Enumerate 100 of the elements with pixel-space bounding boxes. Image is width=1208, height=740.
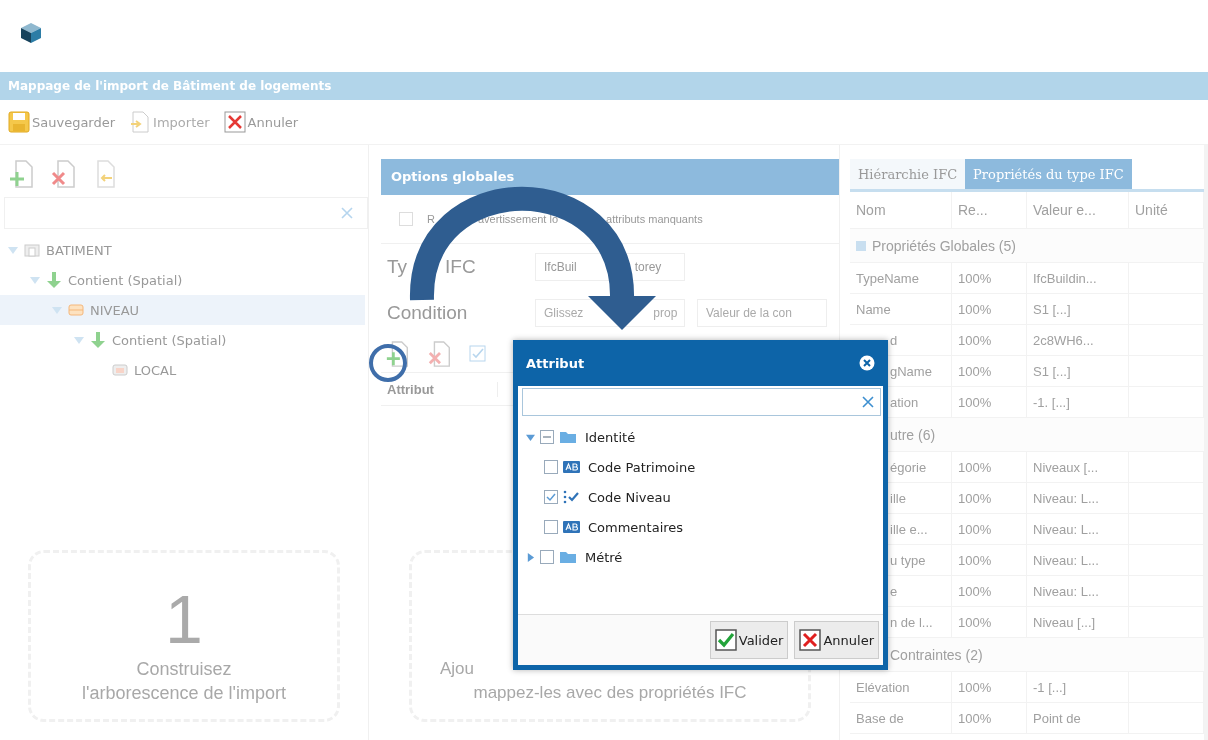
search-field[interactable] <box>522 388 881 416</box>
checkbox[interactable] <box>540 550 554 564</box>
hint-text: Construisez <box>136 658 232 681</box>
tree-item[interactable]: Contient (Spatial) <box>0 325 365 355</box>
dialog-button[interactable]: Annuler <box>794 621 879 659</box>
expand-caret-icon[interactable] <box>8 245 18 255</box>
table-cell: Base de <box>850 703 952 733</box>
delete-file-icon[interactable] <box>427 340 453 368</box>
table-cell: 100% <box>952 514 1027 544</box>
column-header: Nom <box>850 192 952 228</box>
input-field[interactable]: Valeur de la con <box>697 299 827 327</box>
checkbox[interactable] <box>544 520 558 534</box>
tree-item[interactable]: LOCAL <box>0 355 365 385</box>
table-cell: TypeName <box>850 263 952 293</box>
table-cell: IfcBuildin... <box>1027 263 1129 293</box>
down-arrow-icon <box>90 331 106 349</box>
building-icon <box>24 243 40 257</box>
table-cell: 100% <box>952 703 1027 733</box>
expand-caret-icon[interactable] <box>30 275 40 285</box>
highlight-ring <box>368 343 408 383</box>
close-icon[interactable] <box>859 355 875 371</box>
field-label: IFC <box>445 256 476 278</box>
toolbar-button[interactable]: Sauvegarder <box>6 111 120 133</box>
tree-item[interactable]: Métré <box>585 549 623 565</box>
group-header[interactable]: Propriétés Globales (5) <box>872 237 1016 254</box>
table-cell: 100% <box>952 356 1027 386</box>
clear-icon[interactable] <box>862 396 874 408</box>
table-cell: 100% <box>952 672 1027 702</box>
table-cell: Niveau: L... <box>1027 576 1129 606</box>
group-header[interactable]: Contraintes (2) <box>890 646 983 663</box>
table-cell: -1. [...] <box>1027 387 1129 417</box>
table-cell: 100% <box>952 545 1027 575</box>
table-cell: S1 [...] <box>1027 356 1129 386</box>
input-field[interactable]: IfcBuil torey <box>535 253 685 281</box>
checkmark-icon <box>563 490 580 504</box>
close-icon <box>223 111 246 133</box>
tree-item[interactable]: Contient (Spatial) <box>0 265 365 295</box>
expand-caret-icon[interactable] <box>52 305 62 315</box>
table-cell: Niveau [...] <box>1027 607 1129 637</box>
column-header: Attribut <box>381 381 498 397</box>
checkmark-icon <box>714 629 737 651</box>
group-header[interactable]: utre (6) <box>890 426 936 443</box>
expand-caret-icon[interactable] <box>74 335 84 345</box>
dialog-title: Attribut <box>526 355 585 371</box>
table-cell: 100% <box>952 263 1027 293</box>
field-label: Ty <box>387 256 408 278</box>
table-cell: Elévation <box>850 672 952 702</box>
import-file-icon <box>129 111 152 133</box>
cube-icon <box>20 22 42 44</box>
close-icon <box>799 629 822 651</box>
table-cell: 100% <box>952 325 1027 355</box>
table-cell: Niveau: L... <box>1027 514 1129 544</box>
window-title: Mappage de l'import de Bâtiment de logements <box>0 72 1208 100</box>
expand-caret-icon[interactable] <box>526 432 535 442</box>
checkbox[interactable] <box>544 490 558 504</box>
table-cell: 100% <box>952 452 1027 482</box>
table-cell: S1 [...] <box>1027 294 1129 324</box>
room-icon <box>112 363 128 377</box>
dialog-button[interactable]: Valider <box>709 621 789 659</box>
option-label: attributs manquants <box>606 213 703 225</box>
table-cell: 100% <box>952 607 1027 637</box>
floppy-icon <box>8 111 30 133</box>
tree-item[interactable]: NIVEAU <box>0 295 365 325</box>
table-cell: Point de <box>1027 703 1129 733</box>
table-cell: -1 [...] <box>1027 672 1129 702</box>
down-arrow-icon <box>46 271 62 289</box>
checkbox-icon[interactable] <box>469 345 487 363</box>
table-cell: 2c8WH6... <box>1027 325 1129 355</box>
option-label: R <box>427 213 435 225</box>
field-label: Condition <box>387 302 468 324</box>
table-cell: 100% <box>952 294 1027 324</box>
tab[interactable]: Propriétés du type IFC <box>965 159 1132 189</box>
folder-icon <box>559 550 577 564</box>
checkbox[interactable] <box>540 430 554 444</box>
add-file-icon[interactable] <box>385 340 411 368</box>
hint-text: Ajou <box>440 658 475 680</box>
table-cell: Name <box>850 294 952 324</box>
checkbox[interactable] <box>544 460 558 474</box>
table-cell: Niveau: L... <box>1027 545 1129 575</box>
toolbar-button[interactable]: Annuler <box>221 111 303 133</box>
tree-item[interactable]: Identité <box>585 429 636 445</box>
tree-item[interactable]: Code Niveau <box>588 489 671 505</box>
tree-item[interactable]: Code Patrimoine <box>588 459 696 475</box>
column-header: Valeur e... <box>1027 192 1129 228</box>
clear-icon[interactable] <box>341 207 353 219</box>
table-cell: 100% <box>952 387 1027 417</box>
collapse-caret-icon[interactable] <box>526 552 535 562</box>
table-cell: Niveau: L... <box>1027 483 1129 513</box>
tree-item[interactable]: BATIMENT <box>0 235 365 265</box>
delete-file-icon[interactable] <box>50 159 78 189</box>
hint-text: l'arborescence de l'import <box>82 682 286 705</box>
text-field-icon <box>563 460 580 474</box>
panel-header: Options globales <box>381 159 839 195</box>
column-header: Unité <box>1129 192 1204 228</box>
text-field-icon <box>563 520 580 534</box>
collapse-icon[interactable] <box>856 240 866 251</box>
hint-text: mappez-les avec des propriétés IFC <box>473 682 747 704</box>
tab[interactable]: Hiérarchie IFC <box>850 159 966 189</box>
table-cell: 100% <box>952 483 1027 513</box>
tree-item[interactable]: Commentaires <box>588 519 684 535</box>
